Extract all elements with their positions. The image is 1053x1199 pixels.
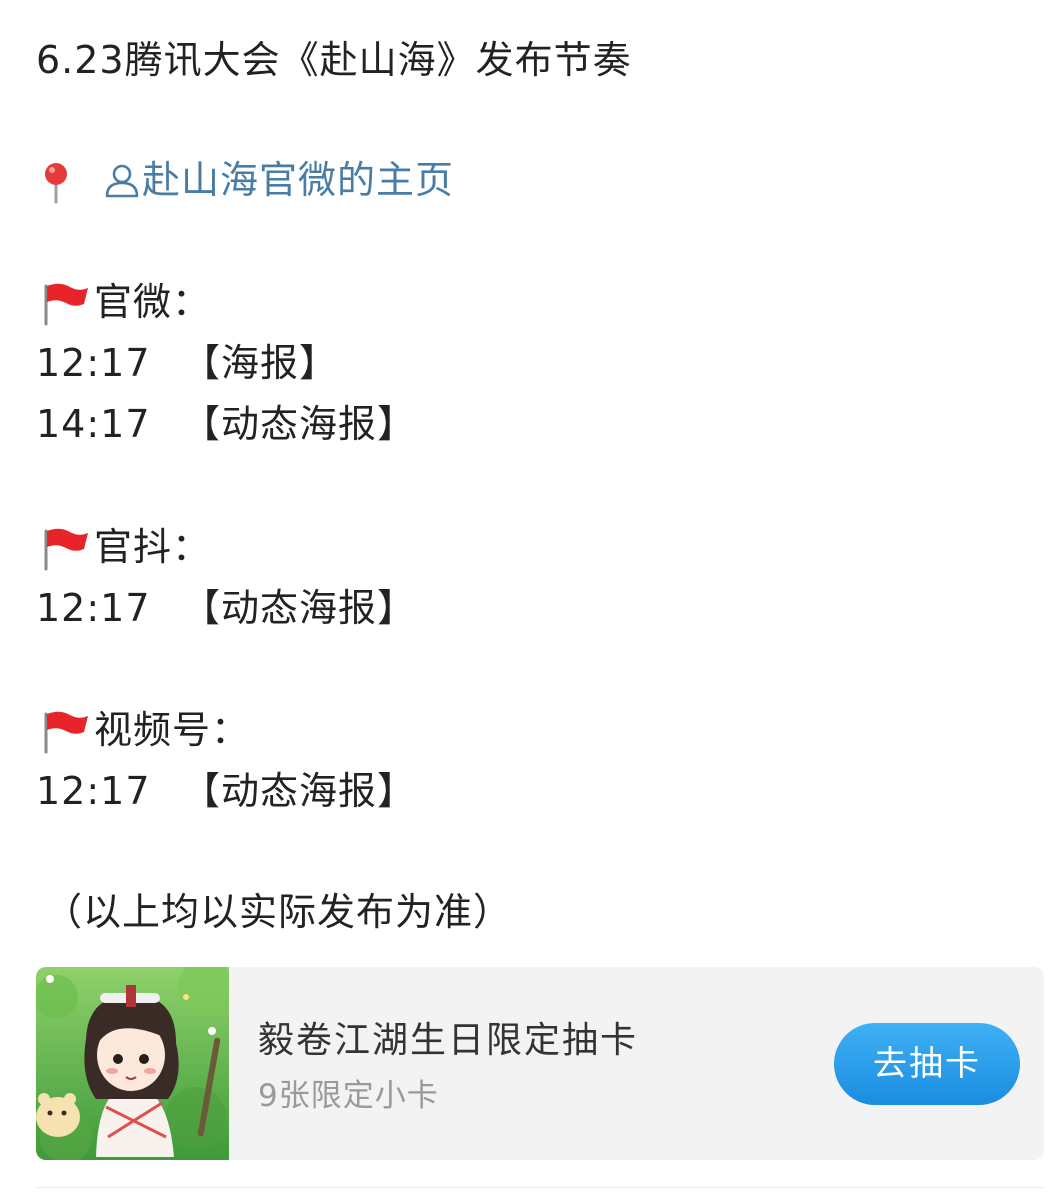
schedule-time: 12:17	[36, 586, 151, 630]
section-label-guanwei: 官微：	[38, 276, 211, 328]
user-icon	[102, 154, 142, 206]
red-flag-icon	[38, 704, 94, 756]
red-flag-icon	[38, 276, 94, 328]
profile-link[interactable]: 赴山海官微的主页	[36, 154, 454, 206]
card-subtitle: 9张限定小卡	[258, 1078, 439, 1114]
section-label-guandou: 官抖：	[38, 521, 211, 573]
schedule-time: 12:17	[36, 341, 151, 385]
post-title: 6.23腾讯大会《赴山海》发布节奏	[36, 38, 632, 82]
profile-link-label[interactable]: 赴山海官微的主页	[142, 154, 454, 206]
section-label-shipinhao: 视频号：	[38, 704, 250, 756]
card-thumbnail	[36, 967, 229, 1160]
red-flag-icon	[38, 521, 94, 573]
schedule-item: 【动态海报】	[182, 586, 417, 630]
section-label: 官抖：	[94, 525, 212, 569]
schedule-row: 14:17 【动态海报】	[36, 398, 416, 450]
schedule-row: 12:17 【海报】	[36, 337, 338, 389]
schedule-row: 12:17 【动态海报】	[36, 582, 416, 634]
section-label: 视频号：	[94, 708, 251, 752]
pin-icon	[36, 154, 76, 206]
disclaimer-note: （以上均以实际发布为准）	[44, 890, 513, 934]
lottery-card[interactable]: 毅卷江湖生日限定抽卡 9张限定小卡 去抽卡	[36, 967, 1044, 1160]
card-title: 毅卷江湖生日限定抽卡	[258, 1020, 639, 1061]
schedule-item: 【动态海报】	[182, 402, 417, 446]
draw-card-button[interactable]: 去抽卡	[834, 1023, 1020, 1105]
schedule-item: 【海报】	[182, 341, 339, 385]
schedule-time: 14:17	[36, 402, 151, 446]
divider	[36, 1187, 1044, 1188]
schedule-time: 12:17	[36, 769, 151, 813]
schedule-item: 【动态海报】	[182, 769, 417, 813]
section-label: 官微：	[94, 280, 212, 324]
schedule-row: 12:17 【动态海报】	[36, 765, 416, 817]
